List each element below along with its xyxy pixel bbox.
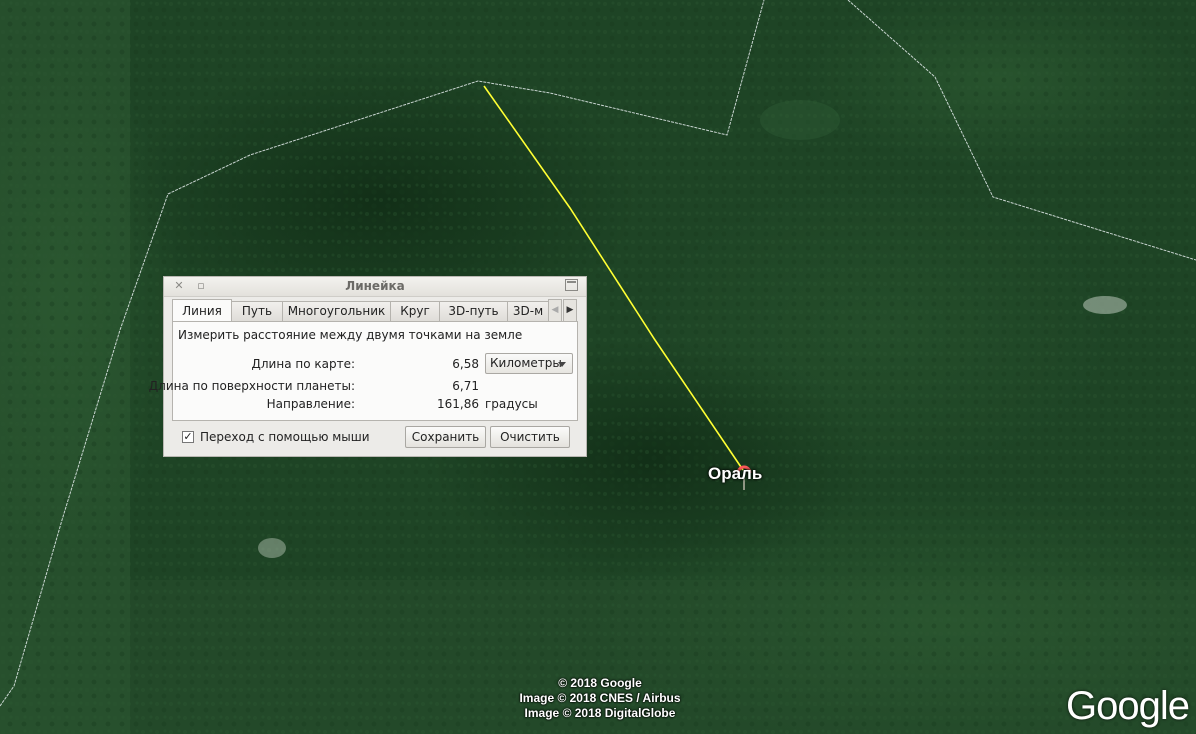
tab-polygon[interactable]: Многоугольник [282,301,391,321]
map-length-value: 6,58 [452,357,479,371]
save-button[interactable]: Сохранить [405,426,486,448]
place-label[interactable]: Ораль [708,464,762,484]
dialog-title: Линейка [345,279,405,293]
map-attribution: © 2018 Google Image © 2018 CNES / Airbus… [500,676,700,721]
tab-line[interactable]: Линия [172,299,232,322]
heading-value: 161,86 [437,397,479,411]
attribution-line: Image © 2018 CNES / Airbus [519,691,681,705]
ground-length-label: Длина по поверхности планеты: [148,379,355,393]
ruler-panel: Измерить расстояние между двумя точками … [149,321,578,421]
tab-3d-path[interactable]: 3D-путь [439,301,508,321]
maximize-icon[interactable] [565,279,578,291]
attribution-line: Image © 2018 DigitalGlobe [524,706,676,720]
clear-button[interactable]: Очистить [490,426,570,448]
tab-circle[interactable]: Круг [390,301,440,321]
ruler-description: Измерить расстояние между двумя точками … [178,328,523,342]
chevron-down-icon [558,362,566,367]
tab-3d-polygon[interactable]: 3D-м [507,301,549,321]
mouse-nav-checkbox[interactable]: ✓ [182,431,194,443]
heading-unit: градусы [485,397,538,411]
unit-select-value: Километры [490,356,562,370]
ruler-tabs: Линия Путь Многоугольник Круг 3D-путь 3D… [172,299,578,322]
unit-select[interactable]: Километры [485,353,573,374]
tab-scroll-left-icon[interactable]: ◀ [548,299,562,322]
attribution-line: © 2018 Google [558,676,642,690]
google-logo: Google [1066,684,1190,728]
map-length-label: Длина по карте: [251,357,356,371]
tab-path[interactable]: Путь [231,301,283,321]
dialog-footer: ✓ Переход с помощью мыши Сохранить Очист… [164,425,586,451]
heading-label: Направление: [266,397,355,411]
ground-length-value: 6,71 [452,379,479,393]
dialog-titlebar[interactable]: ✕ ▫ Линейка [164,277,586,297]
ruler-dialog: ✕ ▫ Линейка Линия Путь Многоугольник Кру… [149,276,587,457]
mouse-nav-label[interactable]: Переход с помощью мыши [200,430,370,444]
tab-scroll-right-icon[interactable]: ▶ [563,299,577,322]
